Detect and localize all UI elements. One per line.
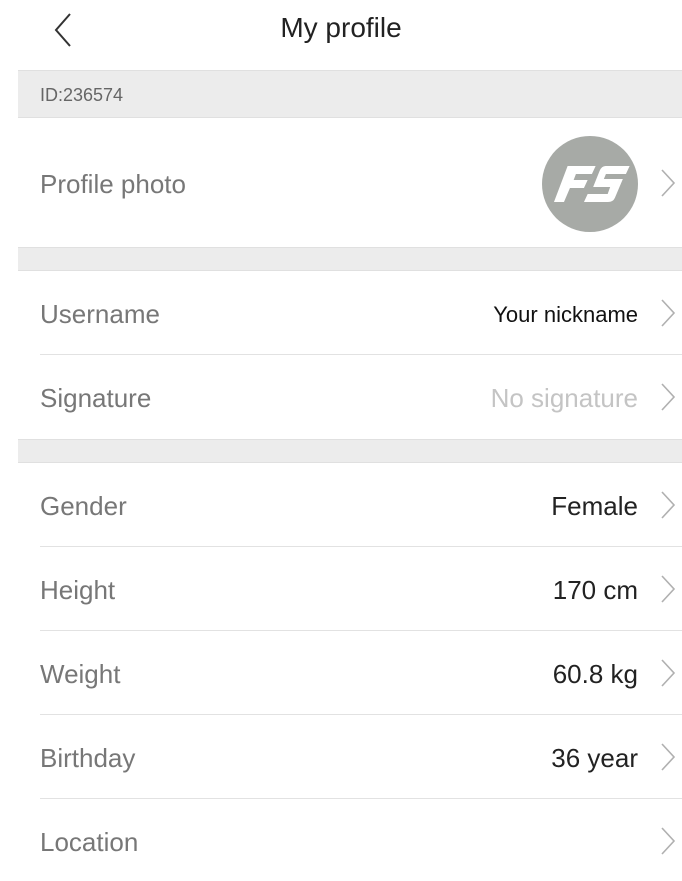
- height-value: 170 cm: [552, 575, 638, 605]
- signature-value: No signature: [490, 383, 638, 413]
- weight-label: Weight: [40, 659, 121, 689]
- location-row[interactable]: Location: [40, 799, 682, 881]
- weight-value: 60.8 kg: [552, 659, 638, 689]
- signature-row[interactable]: Signature No signature: [40, 355, 682, 439]
- birthday-value: 36 year: [551, 743, 638, 773]
- chevron-right-icon: [661, 575, 676, 603]
- username-value: Your nickname: [493, 302, 638, 327]
- chevron-right-icon: [661, 383, 676, 411]
- chevron-right-icon: [661, 491, 676, 519]
- chevron-right-icon: [661, 743, 676, 771]
- chevron-right-icon: [661, 169, 676, 197]
- height-label: Height: [40, 575, 116, 605]
- avatar: [542, 136, 638, 232]
- chevron-right-icon: [661, 827, 676, 855]
- gender-value: Female: [551, 491, 638, 521]
- username-label: Username: [40, 299, 160, 329]
- username-row[interactable]: Username Your nickname: [40, 271, 682, 355]
- birthday-row[interactable]: Birthday 36 year: [40, 715, 682, 799]
- section-gap: [18, 247, 682, 271]
- user-id-bar: ID:236574: [18, 70, 682, 118]
- gender-label: Gender: [40, 491, 127, 521]
- location-label: Location: [40, 827, 139, 857]
- user-id-text: ID:236574: [40, 85, 124, 105]
- fs-logo-image: [553, 166, 630, 202]
- weight-row[interactable]: Weight 60.8 kg: [40, 631, 682, 715]
- signature-label: Signature: [40, 383, 152, 413]
- page-title: My profile: [280, 12, 402, 43]
- profile-photo-row[interactable]: Profile photo: [40, 119, 682, 247]
- gender-row[interactable]: Gender Female: [40, 463, 682, 547]
- profile-photo-label: Profile photo: [40, 169, 186, 199]
- top-bar: My profile: [0, 0, 682, 58]
- chevron-right-icon: [661, 659, 676, 687]
- profile-page: My profile ID:236574 Profile photo Usern…: [0, 0, 682, 881]
- chevron-right-icon: [661, 299, 676, 327]
- birthday-label: Birthday: [40, 743, 136, 773]
- height-row[interactable]: Height 170 cm: [40, 547, 682, 631]
- section-gap: [18, 439, 682, 463]
